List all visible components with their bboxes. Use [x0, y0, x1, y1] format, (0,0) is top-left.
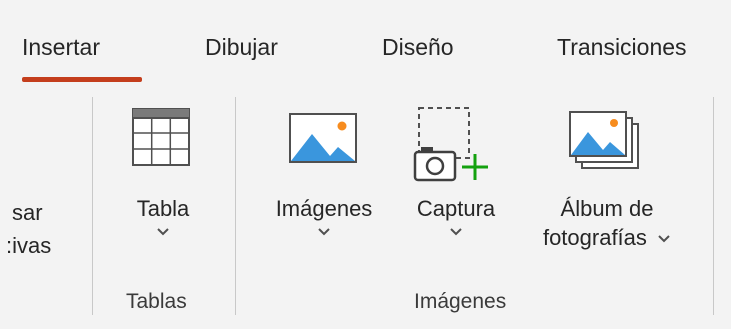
chevron-down-icon [157, 228, 169, 236]
chevron-down-icon [658, 235, 670, 243]
album-de-fotografias-button[interactable]: Álbum de fotografías [512, 106, 702, 274]
imagenes-button[interactable]: Imágenes [254, 106, 394, 274]
album-button-label-line2: fotografías [542, 225, 647, 250]
cut-off-label-line2[interactable]: :ivas [6, 233, 51, 259]
table-grid-icon [132, 108, 190, 166]
tab-diseno[interactable]: Diseño [382, 34, 454, 61]
photo-album-icon [569, 111, 639, 169]
captura-button[interactable]: Captura [399, 106, 513, 274]
group-label-imagenes: Imágenes [414, 290, 507, 313]
group-label-tablas: Tablas [126, 290, 187, 313]
chevron-down-icon [318, 228, 330, 236]
group-separator [92, 97, 93, 315]
tab-insertar[interactable]: Insertar [22, 34, 100, 61]
cut-off-label-line1[interactable]: sar [12, 200, 43, 226]
group-separator [713, 97, 714, 315]
ribbon: Insertar Dibujar Diseño Transiciones sar… [0, 0, 731, 329]
tabla-button-label: Tabla [136, 196, 190, 221]
tab-transiciones[interactable]: Transiciones [557, 34, 687, 61]
tabla-button[interactable]: Tabla [110, 106, 216, 274]
screenshot-camera-icon [413, 107, 488, 182]
tab-dibujar[interactable]: Dibujar [205, 34, 278, 61]
active-tab-indicator [22, 77, 142, 82]
chevron-down-icon [450, 228, 462, 236]
imagenes-button-label: Imágenes [275, 196, 373, 221]
album-button-label-line1: Álbum de [560, 196, 654, 221]
captura-button-label: Captura [416, 196, 496, 221]
ribbon-tab-bar: Insertar Dibujar Diseño Transiciones [0, 0, 731, 92]
group-separator [235, 97, 236, 315]
picture-icon [289, 113, 357, 163]
